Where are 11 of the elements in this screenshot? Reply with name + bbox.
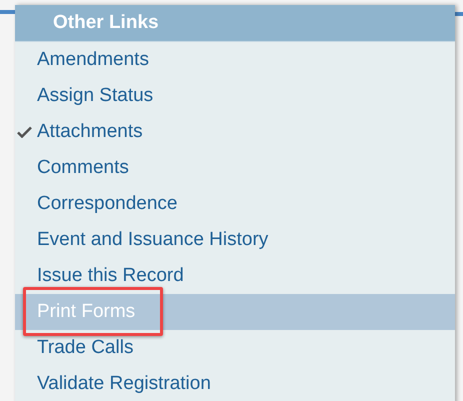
menu-item[interactable]: Trade Calls (15, 330, 455, 366)
menu-item[interactable]: Issue this Record (15, 258, 455, 294)
menu-item[interactable]: Comments (15, 150, 455, 186)
checkmark-icon (17, 126, 32, 138)
menu-item[interactable]: Validate Registration (15, 366, 455, 401)
menu-item[interactable]: Assign Status (15, 78, 455, 114)
menu-item[interactable]: Amendments (15, 42, 455, 78)
menu-item[interactable]: Correspondence (15, 186, 455, 222)
menu-item[interactable]: Event and Issuance History (15, 222, 455, 258)
menu-item[interactable]: Attachments (15, 114, 455, 150)
menu-header: Other Links (15, 5, 455, 42)
